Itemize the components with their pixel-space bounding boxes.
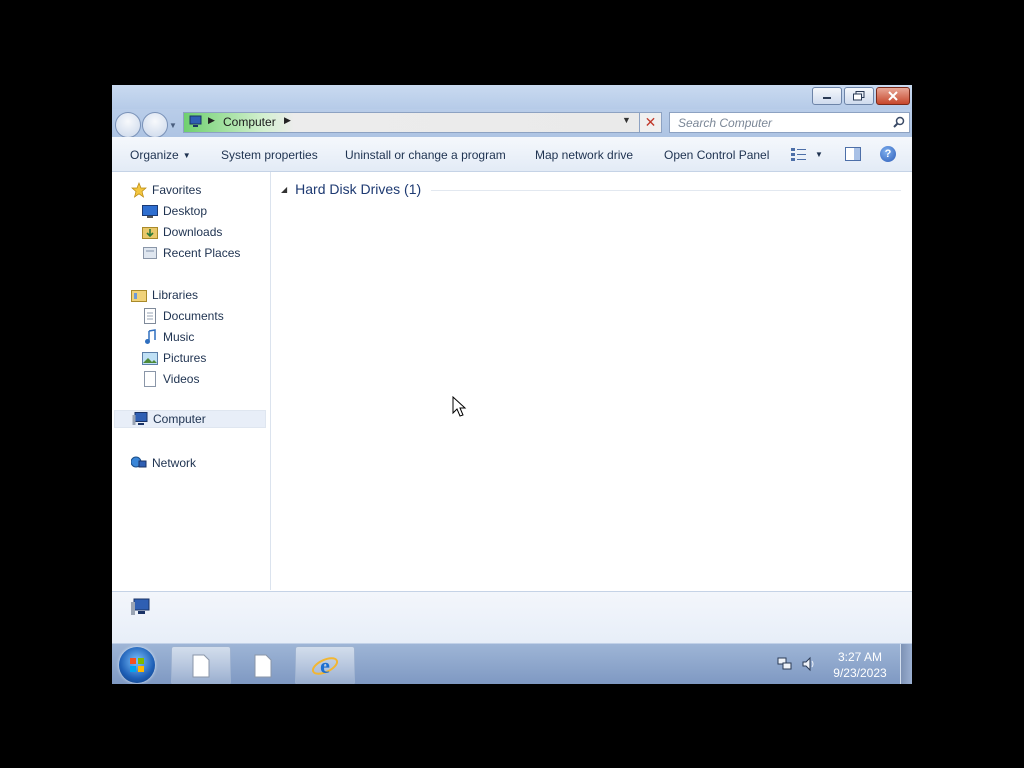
nav-computer[interactable]: Computer — [114, 410, 266, 428]
nav-network-label: Network — [152, 456, 197, 470]
show-desktop-button[interactable] — [900, 644, 912, 684]
nav-desktop[interactable]: Desktop — [141, 202, 207, 220]
volume-icon[interactable] — [801, 656, 817, 672]
taskbar-app-file-2[interactable] — [233, 646, 293, 684]
nav-pictures[interactable]: Pictures — [141, 349, 206, 367]
pictures-icon — [141, 350, 159, 366]
chevron-down-icon: ▼ — [182, 151, 191, 160]
computer-icon — [131, 411, 149, 427]
back-button[interactable] — [115, 112, 141, 138]
organize-label: Organize — [130, 148, 179, 162]
group-header-label: Hard Disk Drives (1) — [295, 181, 422, 197]
nav-videos[interactable]: Videos — [141, 370, 199, 388]
nav-libraries[interactable]: Libraries — [130, 286, 198, 304]
downloads-folder-icon — [141, 224, 159, 240]
videos-icon — [141, 371, 159, 387]
help-button[interactable]: ? — [880, 146, 896, 162]
collapse-arrow-icon[interactable]: ◢ — [281, 185, 287, 194]
network-status-icon[interactable] — [777, 656, 793, 672]
address-bar[interactable]: ▶ Computer ▶ ▼ — [183, 112, 662, 133]
search-input[interactable]: Search Computer — [669, 112, 910, 133]
window-controls — [812, 87, 910, 105]
organize-button[interactable]: Organize ▼ — [130, 148, 191, 162]
network-icon — [130, 455, 148, 471]
nav-computer-label: Computer — [153, 412, 206, 426]
navigation-pane: Favorites Desktop Downloads Recent Place… — [112, 172, 271, 590]
group-header-hard-disk-drives[interactable]: ◢ Hard Disk Drives (1) — [281, 181, 421, 197]
computer-icon — [131, 598, 150, 615]
nav-downloads-label: Downloads — [163, 225, 223, 239]
close-icon — [888, 91, 898, 101]
uninstall-program-button[interactable]: Uninstall or change a program — [345, 148, 506, 162]
desktop-icon — [141, 203, 159, 219]
music-icon — [141, 329, 159, 345]
details-pane — [112, 591, 912, 644]
document-icon — [254, 654, 272, 677]
title-bar[interactable] — [112, 85, 912, 109]
system-tray — [777, 656, 817, 672]
nav-music-label: Music — [163, 330, 195, 344]
documents-icon — [141, 308, 159, 324]
stop-button[interactable]: ✕ — [639, 112, 662, 133]
address-dropdown-icon[interactable]: ▼ — [622, 115, 631, 125]
forward-button[interactable] — [142, 112, 168, 138]
explorer-window: ▼ ▶ Computer ▶ ▼ ✕ Search Computer Organ… — [112, 85, 912, 684]
nav-pictures-label: Pictures — [163, 351, 207, 365]
mouse-cursor-icon — [452, 396, 467, 417]
breadcrumb-arrow-icon[interactable]: ▶ — [284, 115, 291, 126]
clock-time: 3:27 AM — [837, 650, 883, 664]
nav-favorites-label: Favorites — [152, 183, 202, 197]
nav-downloads[interactable]: Downloads — [141, 223, 222, 241]
system-properties-button[interactable]: System properties — [221, 148, 318, 162]
search-placeholder: Search Computer — [678, 116, 773, 130]
search-icon[interactable] — [893, 116, 905, 128]
nav-videos-label: Videos — [163, 372, 200, 386]
windows-logo-icon — [130, 658, 144, 672]
command-bar: Organize ▼ System properties Uninstall or… — [112, 137, 912, 172]
computer-icon — [189, 115, 202, 127]
nav-recent-places[interactable]: Recent Places — [141, 244, 240, 262]
recent-pages-chevron-icon[interactable]: ▼ — [169, 121, 177, 130]
change-view-icon[interactable] — [791, 147, 807, 161]
restore-button[interactable] — [844, 87, 874, 105]
view-options-chevron-icon[interactable]: ▼ — [815, 150, 823, 159]
libraries-icon — [130, 287, 148, 303]
nav-music[interactable]: Music — [141, 328, 194, 346]
nav-libraries-label: Libraries — [152, 288, 199, 302]
start-button[interactable] — [119, 647, 155, 683]
breadcrumb-arrow-icon[interactable]: ▶ — [208, 115, 215, 126]
nav-documents-label: Documents — [163, 309, 224, 323]
close-button[interactable] — [876, 87, 910, 105]
nav-favorites[interactable]: Favorites — [130, 181, 201, 199]
star-icon — [130, 182, 148, 198]
open-control-panel-button[interactable]: Open Control Panel — [664, 148, 769, 162]
taskbar: e 3:27 AM 9/23/2023 — [112, 643, 912, 684]
nav-documents[interactable]: Documents — [141, 307, 224, 325]
internet-explorer-icon: e — [311, 653, 339, 678]
nav-recent-places-label: Recent Places — [163, 246, 241, 260]
document-icon — [192, 654, 210, 677]
address-row: ▼ ▶ Computer ▶ ▼ ✕ Search Computer — [112, 109, 912, 138]
svg-text:e: e — [320, 653, 330, 678]
restore-icon — [853, 91, 865, 101]
taskbar-app-file[interactable] — [171, 646, 231, 684]
taskbar-internet-explorer[interactable]: e — [295, 646, 355, 684]
content-area[interactable]: ◢ Hard Disk Drives (1) — [271, 172, 912, 590]
group-divider — [431, 190, 901, 191]
clock-date: 9/23/2023 — [833, 666, 887, 680]
map-network-drive-button[interactable]: Map network drive — [535, 148, 633, 162]
nav-desktop-label: Desktop — [163, 204, 208, 218]
clock[interactable]: 3:27 AM 9/23/2023 — [828, 649, 892, 681]
preview-pane-icon[interactable] — [845, 147, 861, 161]
minimize-button[interactable] — [812, 87, 842, 105]
minimize-icon — [823, 97, 831, 99]
breadcrumb-computer[interactable]: Computer — [223, 115, 276, 129]
recent-places-icon — [141, 245, 159, 261]
nav-network[interactable]: Network — [130, 454, 196, 472]
